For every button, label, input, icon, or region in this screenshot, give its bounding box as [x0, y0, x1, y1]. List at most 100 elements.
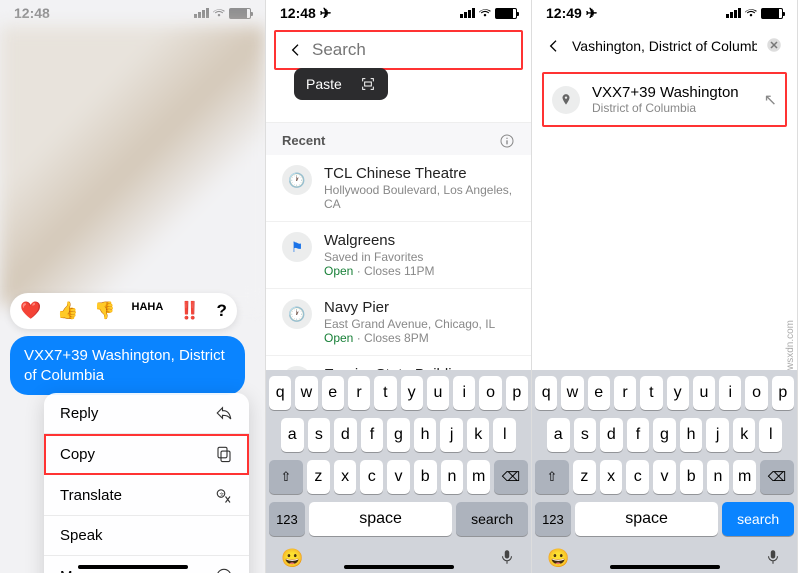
menu-speak[interactable]: Speak — [44, 516, 249, 556]
mic-key[interactable] — [764, 548, 782, 569]
key-u[interactable]: u — [693, 376, 715, 410]
key-b[interactable]: b — [414, 460, 437, 494]
back-button[interactable] — [288, 40, 304, 60]
key-f[interactable]: f — [627, 418, 650, 452]
key-l[interactable]: l — [493, 418, 516, 452]
emoji-key[interactable]: 😀 — [547, 548, 569, 569]
key-i[interactable]: i — [453, 376, 475, 410]
key-y[interactable]: y — [667, 376, 689, 410]
delete-key[interactable]: ⌫ — [494, 460, 528, 494]
key-y[interactable]: y — [401, 376, 423, 410]
key-row-2: asdfghjkl — [535, 418, 794, 452]
key-row-1: qwertyuiop — [535, 376, 794, 410]
key-u[interactable]: u — [427, 376, 449, 410]
reaction-thumbs-up[interactable]: 👍 — [57, 301, 78, 321]
back-button[interactable] — [544, 36, 564, 56]
key-k[interactable]: k — [467, 418, 490, 452]
clear-icon[interactable] — [765, 36, 785, 56]
key-t[interactable]: t — [374, 376, 396, 410]
search-input[interactable] — [572, 38, 757, 54]
key-o[interactable]: o — [745, 376, 767, 410]
key-a[interactable]: a — [281, 418, 304, 452]
key-x[interactable]: x — [600, 460, 623, 494]
reaction-bar[interactable]: ❤️ 👍 👎 HAHA ‼️ ? — [10, 293, 237, 329]
key-h[interactable]: h — [680, 418, 703, 452]
menu-copy[interactable]: Copy — [44, 434, 249, 475]
key-p[interactable]: p — [506, 376, 528, 410]
space-key[interactable]: space — [575, 502, 718, 536]
key-o[interactable]: o — [479, 376, 501, 410]
key-m[interactable]: m — [467, 460, 490, 494]
key-e[interactable]: e — [588, 376, 610, 410]
reaction-haha[interactable]: HAHA — [132, 301, 164, 321]
space-key[interactable]: space — [309, 502, 452, 536]
wifi-icon — [478, 8, 492, 18]
message-bubble[interactable]: VXX7+39 Washington, District of Columbia — [10, 336, 245, 395]
key-q[interactable]: q — [535, 376, 557, 410]
reaction-thumbs-down[interactable]: 👎 — [94, 301, 115, 321]
paste-tooltip[interactable]: Paste — [294, 68, 388, 100]
key-g[interactable]: g — [653, 418, 676, 452]
search-key[interactable]: search — [722, 502, 794, 536]
key-k[interactable]: k — [733, 418, 756, 452]
delete-key[interactable]: ⌫ — [760, 460, 794, 494]
more-icon — [215, 567, 233, 573]
key-d[interactable]: d — [600, 418, 623, 452]
key-t[interactable]: t — [640, 376, 662, 410]
num-key[interactable]: 123 — [269, 502, 305, 536]
mic-key[interactable] — [498, 548, 516, 569]
key-n[interactable]: n — [707, 460, 730, 494]
key-x[interactable]: x — [334, 460, 357, 494]
key-row-2: asdfghjkl — [269, 418, 528, 452]
reaction-question[interactable]: ? — [216, 301, 226, 321]
key-z[interactable]: z — [307, 460, 330, 494]
place-item[interactable]: ⚑ Walgreens Saved in Favorites Open · Cl… — [266, 222, 531, 289]
search-input[interactable] — [312, 40, 532, 60]
key-s[interactable]: s — [574, 418, 597, 452]
search-result[interactable]: VXX7+39 Washington District of Columbia … — [542, 72, 787, 127]
place-item[interactable]: 🕐 Navy Pier East Grand Avenue, Chicago, … — [266, 289, 531, 356]
key-i[interactable]: i — [719, 376, 741, 410]
wifi-icon — [212, 8, 226, 18]
key-c[interactable]: c — [626, 460, 649, 494]
key-b[interactable]: b — [680, 460, 703, 494]
key-v[interactable]: v — [387, 460, 410, 494]
scan-icon[interactable] — [360, 76, 376, 92]
num-key[interactable]: 123 — [535, 502, 571, 536]
emoji-key[interactable]: 😀 — [281, 548, 303, 569]
shift-key[interactable]: ⇧ — [535, 460, 569, 494]
key-j[interactable]: j — [706, 418, 729, 452]
key-f[interactable]: f — [361, 418, 384, 452]
key-c[interactable]: c — [360, 460, 383, 494]
key-z[interactable]: z — [573, 460, 596, 494]
key-e[interactable]: e — [322, 376, 344, 410]
key-h[interactable]: h — [414, 418, 437, 452]
key-r[interactable]: r — [614, 376, 636, 410]
key-v[interactable]: v — [653, 460, 676, 494]
key-m[interactable]: m — [733, 460, 756, 494]
home-indicator[interactable] — [344, 565, 454, 569]
key-g[interactable]: g — [387, 418, 410, 452]
reaction-heart[interactable]: ❤️ — [20, 301, 41, 321]
menu-translate[interactable]: Translate 文 — [44, 475, 249, 516]
key-q[interactable]: q — [269, 376, 291, 410]
shift-key[interactable]: ⇧ — [269, 460, 303, 494]
key-n[interactable]: n — [441, 460, 464, 494]
insert-icon[interactable]: ↖ — [764, 90, 777, 110]
key-j[interactable]: j — [440, 418, 463, 452]
home-indicator[interactable] — [610, 565, 720, 569]
key-d[interactable]: d — [334, 418, 357, 452]
info-icon[interactable] — [499, 133, 515, 149]
key-w[interactable]: w — [561, 376, 583, 410]
home-indicator[interactable] — [78, 565, 188, 569]
place-item[interactable]: 🕐 TCL Chinese Theatre Hollywood Boulevar… — [266, 155, 531, 222]
key-l[interactable]: l — [759, 418, 782, 452]
key-r[interactable]: r — [348, 376, 370, 410]
key-w[interactable]: w — [295, 376, 317, 410]
key-p[interactable]: p — [772, 376, 794, 410]
key-a[interactable]: a — [547, 418, 570, 452]
key-s[interactable]: s — [308, 418, 331, 452]
reaction-exclaim[interactable]: ‼️ — [179, 301, 200, 321]
search-key[interactable]: search — [456, 502, 528, 536]
menu-reply[interactable]: Reply — [44, 393, 249, 434]
